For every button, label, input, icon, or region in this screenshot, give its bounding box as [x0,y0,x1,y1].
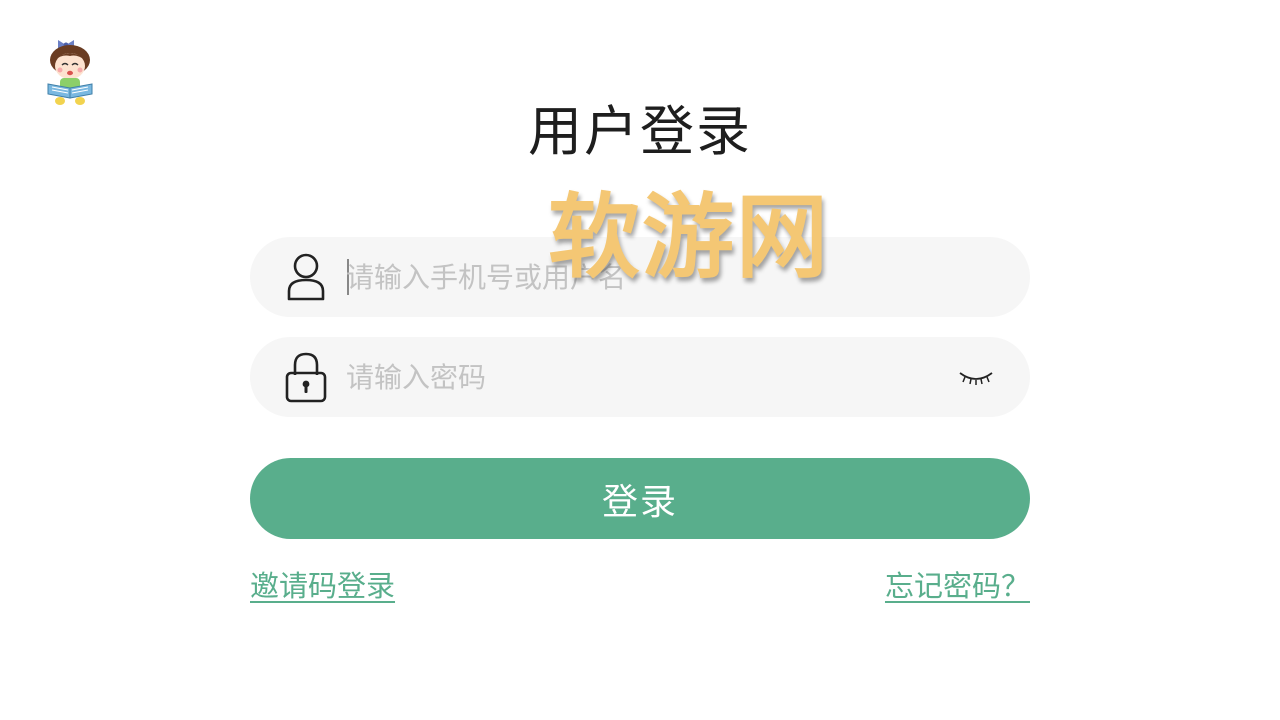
forgot-password-link[interactable]: 忘记密码？ [885,566,1030,606]
password-input[interactable] [346,337,926,417]
username-input[interactable] [346,237,926,317]
invite-code-login-link[interactable]: 邀请码登录 [250,566,395,606]
page-title: 用户登录 [528,100,752,163]
lock-icon [285,352,327,403]
login-button[interactable]: 登录 [250,458,1030,539]
eye-closed-icon[interactable] [956,363,996,391]
login-page: 用户登录 登录 邀请码登录 忘记密码？ 软游网 [0,0,1280,720]
password-field[interactable] [250,337,1030,417]
user-icon [287,253,325,301]
username-field[interactable] [250,237,1030,317]
